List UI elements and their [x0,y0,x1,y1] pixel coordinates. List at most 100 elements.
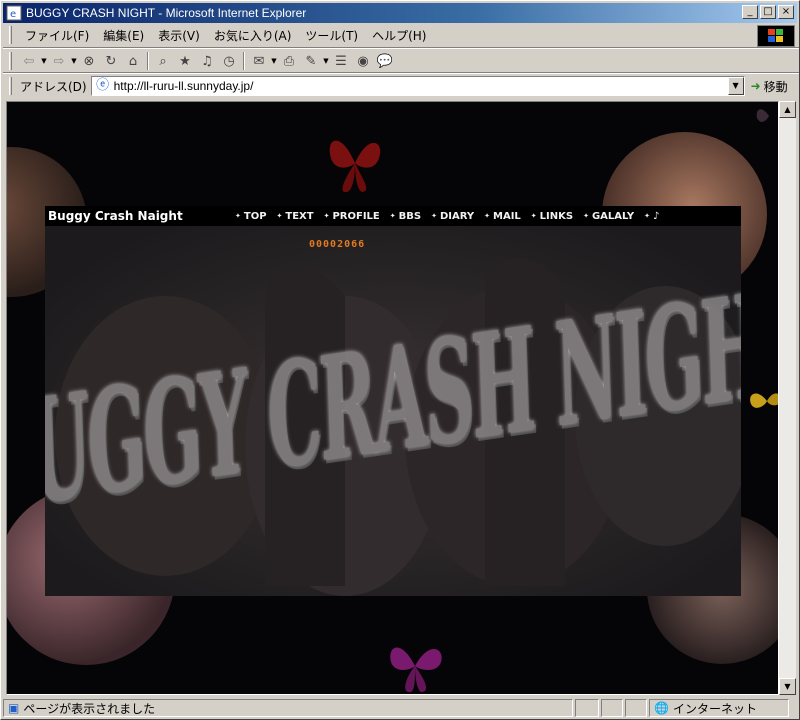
nav-top-label: TOP [243,210,267,222]
status-text: ページが表示されました [23,701,156,716]
menu-help[interactable]: ヘルプ(H) [365,25,433,46]
red-butterfly-icon [329,140,381,193]
page-viewport[interactable]: BUGGY CRASH NIGHT Buggy Crash Naight ✦ TO… [6,101,779,695]
menu-grip[interactable] [9,26,12,44]
star-icon: ✦ [644,211,650,220]
butterfly-fragment-icon [756,109,769,122]
messenger-icon[interactable]: ◉ [352,51,374,71]
star-icon: ✦ [484,211,490,220]
nav-text-label: TEXT [285,210,314,222]
search-icon[interactable]: ⌕ [152,51,174,71]
discuss-icon[interactable]: ☰ [330,51,352,71]
browser-window: e BUGGY CRASH NIGHT - Microsoft Internet… [0,0,800,720]
maximize-button[interactable]: □ [760,5,776,19]
nav-text[interactable]: ✦ TEXT [277,211,314,222]
nav-bbs-label: BBS [398,210,422,222]
banner-title-wrap: BUGGY CRASH NIGHT [45,206,741,596]
site-brand: Buggy Crash Naight [48,209,183,223]
scroll-up-icon[interactable]: ▲ [779,101,796,118]
nav-profile-label: PROFILE [332,210,380,222]
toolbar-grip[interactable] [9,52,12,70]
status-text-cell: ▣ ページが表示されました [3,699,573,717]
title-bar[interactable]: e BUGGY CRASH NIGHT - Microsoft Internet… [3,3,797,23]
home-icon[interactable]: ⌂ [122,51,144,71]
nav-links[interactable]: ✦ LINKS [531,211,573,222]
edit-icon[interactable]: ✎ [300,51,322,71]
back-icon[interactable]: ⇦ [18,51,40,71]
favorites-icon[interactable]: ★ [174,51,196,71]
go-arrow-icon: ➜ [750,79,761,93]
scroll-down-icon[interactable]: ▼ [779,678,796,695]
forward-icon[interactable]: ⇨ [48,51,70,71]
status-bar: ▣ ページが表示されました 🌐 インターネット [3,698,799,718]
status-progress-cell [575,699,599,717]
address-label: アドレス(D) [20,79,87,94]
page-icon: ⓔ [96,78,110,93]
nav-bbs[interactable]: ✦ BBS [390,211,421,222]
address-grip[interactable] [9,77,12,95]
edit-dropdown-icon[interactable]: ▼ [322,57,330,65]
menu-favorites[interactable]: お気に入り(A) [207,25,299,46]
star-icon: ✦ [323,211,330,220]
nav-mail[interactable]: ✦ MAIL [484,211,521,222]
go-label: 移動 [763,79,788,94]
menu-edit[interactable]: 編集(E) [96,25,151,46]
nav-profile[interactable]: ✦ PROFILE [324,211,380,222]
windows-flag-icon [768,29,783,42]
address-bar: アドレス(D) ⓔ http://ll-ruru-ll.sunnyday.jp/… [3,74,797,98]
address-dropdown-icon[interactable]: ▼ [727,77,744,95]
star-icon: ✦ [389,211,396,220]
nav-top[interactable]: ✦ TOP [235,211,267,222]
menu-bar: ファイル(F) 編集(E) 表示(V) お気に入り(A) ツール(T) ヘルプ(… [3,24,763,46]
star-icon: ✦ [276,211,283,220]
speech-balloon-icon[interactable]: 💬 [374,51,396,71]
address-url[interactable]: http://ll-ruru-ll.sunnyday.jp/ [114,79,254,93]
star-icon: ✦ [431,211,437,220]
media-icon[interactable]: ♫ [196,51,218,71]
go-button[interactable]: ➜ 移動 [751,78,788,95]
mail-icon[interactable]: ✉ [248,51,270,71]
status-zone-cell: 🌐 インターネット [649,699,789,717]
access-counter: 00002066 [309,239,366,250]
star-icon: ✦ [583,211,589,220]
mail-dropdown-icon[interactable]: ▼ [270,57,278,65]
music-note-icon: ♪ [652,210,660,222]
stop-icon[interactable]: ⊗ [78,51,100,71]
status-zone: インターネット [672,701,757,716]
status-security-cell [601,699,623,717]
nav-galaly-label: GALALY [591,210,635,222]
windows-logo [757,25,795,47]
menu-file[interactable]: ファイル(F) [18,25,96,46]
menu-tools[interactable]: ツール(T) [298,25,365,46]
toolbar-separator [147,52,149,70]
yellow-butterfly-icon [750,393,778,408]
globe-icon: 🌐 [654,701,669,715]
nav-links-label: LINKS [539,210,574,222]
vertical-scrollbar[interactable]: ▲ ▼ [779,101,796,695]
star-icon: ✦ [530,211,537,220]
address-input[interactable]: ⓔ http://ll-ruru-ll.sunnyday.jp/ ▼ [90,76,745,96]
toolbar-separator [243,52,245,70]
standard-toolbar: ⇦ ▼ ⇨ ▼ ⊗ ↻ ⌂ ⌕ ★ ♫ ◷ ✉ ▼ ⎙ ✎ ▼ ☰ ◉ 💬 [3,49,797,73]
nav-music[interactable]: ✦ ♪ [644,211,659,222]
close-button[interactable]: × [778,5,794,19]
site-nav: Buggy Crash Naight ✦ TOP ✦ TEXT ✦ PROFILE ✦… [45,206,741,226]
minimize-button[interactable]: _ [742,5,758,19]
purple-butterfly-icon [390,647,442,693]
print-icon[interactable]: ⎙ [278,51,300,71]
history-icon[interactable]: ◷ [218,51,240,71]
refresh-icon[interactable]: ↻ [100,51,122,71]
window-title: BUGGY CRASH NIGHT - Microsoft Internet E… [26,6,307,20]
status-privacy-cell [625,699,647,717]
forward-dropdown-icon[interactable]: ▼ [70,57,78,65]
nav-mail-label: MAIL [493,210,521,222]
back-dropdown-icon[interactable]: ▼ [40,57,48,65]
menu-view[interactable]: 表示(V) [151,25,207,46]
nav-diary-label: DIARY [439,210,475,222]
nav-galaly[interactable]: ✦ GALALY [583,211,634,222]
star-icon: ✦ [235,211,241,220]
nav-diary[interactable]: ✦ DIARY [431,211,474,222]
banner-title: BUGGY CRASH NIGHT [45,255,741,547]
status-page-icon: ▣ [8,701,20,715]
svg-text:e: e [10,9,16,20]
